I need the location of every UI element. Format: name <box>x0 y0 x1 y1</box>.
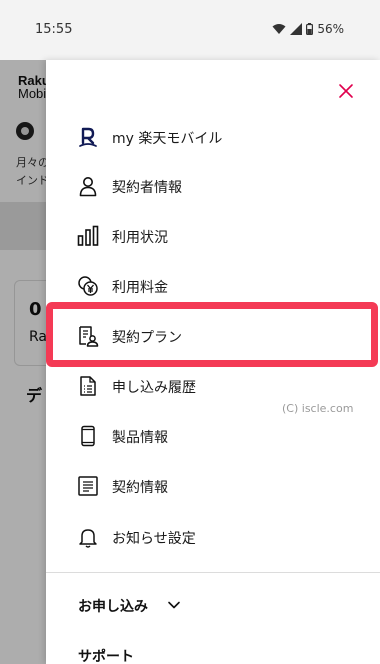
menu-label: my 楽天モバイル <box>112 131 223 147</box>
menu-item-subscriber-info[interactable]: 契約者情報 <box>46 162 380 210</box>
menu-label: 利用状況 <box>112 230 168 246</box>
status-icons: 56% <box>272 22 344 36</box>
battery-icon <box>306 23 314 35</box>
history-document-icon <box>76 374 100 398</box>
menu-label: 申し込み履歴 <box>112 380 196 396</box>
yen-coins-icon <box>76 274 100 298</box>
menu-label: 契約者情報 <box>112 180 182 196</box>
section-support[interactable]: サポート <box>78 646 134 664</box>
watermark: (C) iscle.com <box>282 402 354 415</box>
menu-label: 契約情報 <box>112 480 168 496</box>
status-time: 15:55 <box>35 22 73 37</box>
bar-chart-icon <box>76 224 100 248</box>
menu-item-usage-fees[interactable]: 利用料金 <box>46 262 380 310</box>
person-icon <box>76 174 100 198</box>
rakuten-r-icon <box>76 125 100 149</box>
menu-item-my-rakuten-mobile[interactable]: my 楽天モバイル <box>46 113 380 161</box>
menu-label: 契約プラン <box>112 330 182 346</box>
section-apply[interactable]: お申し込み <box>78 596 148 616</box>
menu-item-product-info[interactable]: 製品情報 <box>46 412 380 460</box>
menu-item-contract-plan[interactable]: 契約プラン <box>46 312 380 360</box>
menu-label: お知らせ設定 <box>112 531 196 547</box>
contract-icon <box>76 474 100 498</box>
menu-item-contract-info[interactable]: 契約情報 <box>46 462 380 510</box>
menu-label: 製品情報 <box>112 430 168 446</box>
smartphone-icon <box>76 424 100 448</box>
menu-label: 利用料金 <box>112 280 168 296</box>
battery-percentage: 56% <box>317 22 344 36</box>
status-bar: 15:55 56% <box>0 0 380 60</box>
plan-document-icon <box>76 324 100 348</box>
menu-item-usage-status[interactable]: 利用状況 <box>46 212 380 260</box>
navigation-drawer: my 楽天モバイル 契約者情報 利用状況 利用料金 契約プラン 申し込み履歴 製… <box>46 60 380 664</box>
close-icon[interactable] <box>338 83 354 99</box>
wifi-icon <box>272 24 286 34</box>
chevron-down-icon[interactable] <box>166 597 182 613</box>
cellular-signal-icon <box>290 23 303 35</box>
bell-icon <box>76 525 100 549</box>
menu-item-notification-settings[interactable]: お知らせ設定 <box>46 513 380 561</box>
divider <box>46 572 380 573</box>
